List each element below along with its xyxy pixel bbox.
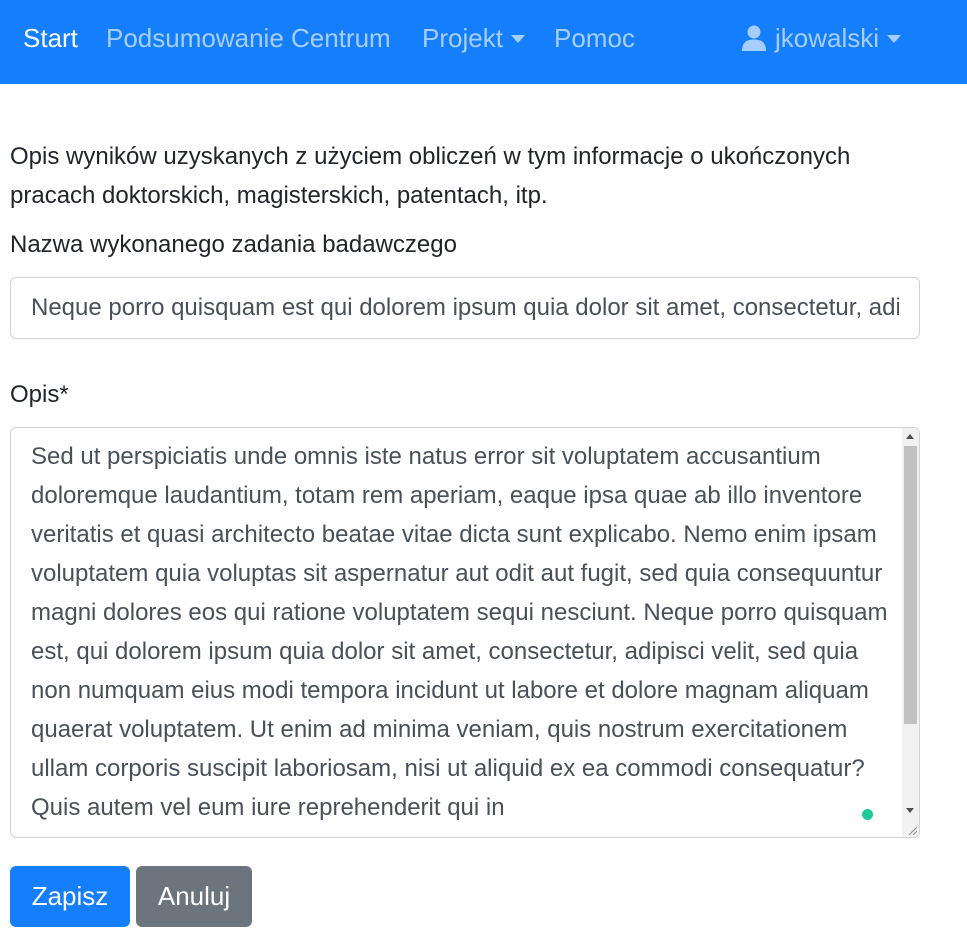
nav-start-link[interactable]: Start xyxy=(23,22,78,54)
nav-summary-link[interactable]: Podsumowanie Centrum xyxy=(106,22,391,54)
cancel-button[interactable]: Anuluj xyxy=(136,866,252,927)
form-intro-text: Opis wyników uzyskanych z użyciem oblicz… xyxy=(10,143,851,209)
description-text: Sed ut perspiciatis unde omnis iste natu… xyxy=(31,443,888,821)
nav-project-dropdown[interactable]: Projekt xyxy=(422,22,525,54)
description-label: Opis* xyxy=(10,381,69,408)
nav-project-label: Projekt xyxy=(422,23,503,53)
task-name-label: Nazwa wykonanego zadania badawczego xyxy=(10,231,457,258)
nav-help-link[interactable]: Pomoc xyxy=(554,22,635,54)
scrollbar-thumb[interactable] xyxy=(904,446,917,724)
scroll-up-icon[interactable] xyxy=(906,434,914,439)
status-dot-icon xyxy=(862,809,873,820)
resize-grip-icon[interactable] xyxy=(907,825,917,835)
user-icon xyxy=(742,25,766,51)
textarea-scrollbar[interactable] xyxy=(902,428,919,837)
description-textarea[interactable]: Sed ut perspiciatis unde omnis iste natu… xyxy=(10,427,920,838)
save-button[interactable]: Zapisz xyxy=(10,866,130,927)
task-name-input[interactable] xyxy=(10,277,920,339)
scroll-down-icon[interactable] xyxy=(906,808,914,813)
chevron-down-icon xyxy=(887,35,902,43)
user-menu-label: jkowalski xyxy=(775,23,880,53)
top-navbar: Start Podsumowanie Centrum Projekt Pomoc… xyxy=(0,0,967,84)
chevron-down-icon xyxy=(510,35,525,43)
user-menu-dropdown[interactable]: jkowalski xyxy=(742,22,902,54)
